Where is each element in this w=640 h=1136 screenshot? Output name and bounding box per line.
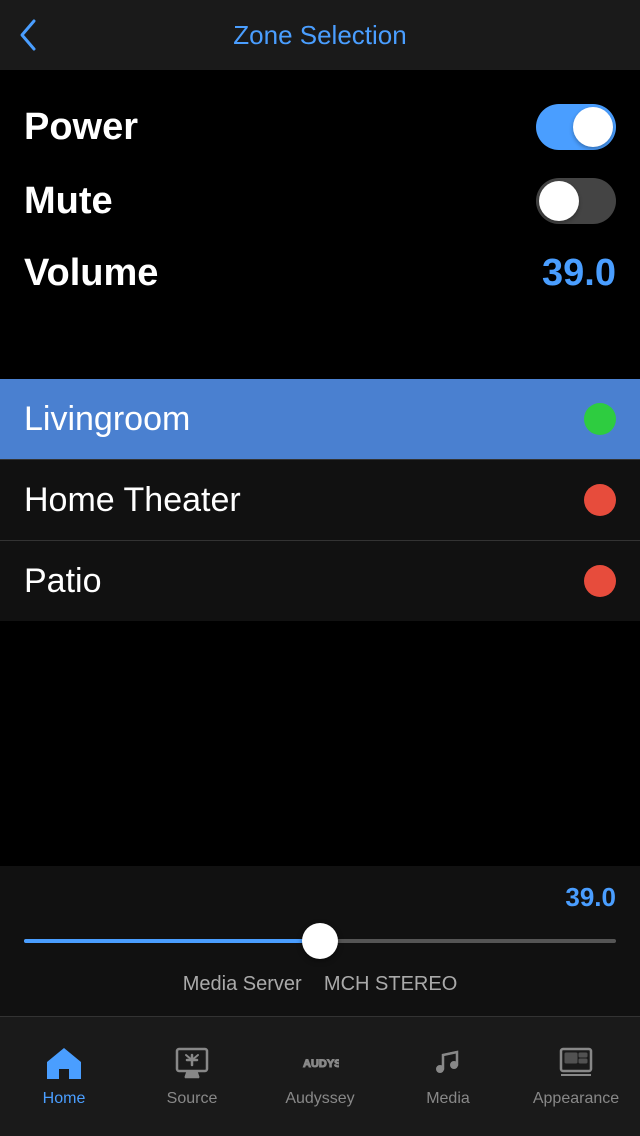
mute-toggle-knob bbox=[539, 181, 579, 221]
tab-home-label: Home bbox=[43, 1090, 86, 1108]
svg-text:AUDYSSEY: AUDYSSEY bbox=[303, 1058, 339, 1070]
tab-bar: Home Source AUDYSSEY Audyssey bbox=[0, 1016, 640, 1136]
zone-list: Livingroom Home Theater Patio bbox=[0, 379, 640, 621]
audyssey-icon: AUDYSSEY bbox=[301, 1045, 339, 1084]
volume-slider-container[interactable] bbox=[24, 921, 616, 961]
tab-audyssey[interactable]: AUDYSSEY Audyssey bbox=[256, 1017, 384, 1136]
tab-appearance-label: Appearance bbox=[533, 1090, 619, 1108]
media-icon bbox=[429, 1045, 467, 1084]
back-button[interactable] bbox=[16, 17, 40, 53]
tab-appearance[interactable]: Appearance bbox=[512, 1017, 640, 1136]
appearance-icon bbox=[557, 1045, 595, 1084]
tab-home[interactable]: Home bbox=[0, 1017, 128, 1136]
tab-source[interactable]: Source bbox=[128, 1017, 256, 1136]
source-info: Media Server MCH STEREO bbox=[24, 973, 616, 996]
zone-status-hometheater bbox=[584, 484, 616, 516]
tab-audyssey-label: Audyssey bbox=[285, 1090, 354, 1108]
volume-row: Volume 39.0 bbox=[24, 238, 616, 309]
zone-name-patio: Patio bbox=[24, 562, 102, 601]
source-label: Media Server bbox=[183, 973, 302, 995]
spacer bbox=[0, 329, 640, 369]
zone-item-patio[interactable]: Patio bbox=[0, 541, 640, 621]
source-icon bbox=[173, 1045, 211, 1084]
zone-name-hometheater: Home Theater bbox=[24, 481, 241, 520]
power-row: Power bbox=[24, 90, 616, 164]
power-toggle[interactable] bbox=[536, 104, 616, 150]
source-mode: MCH STEREO bbox=[324, 973, 457, 995]
home-icon bbox=[45, 1045, 83, 1084]
mute-label: Mute bbox=[24, 180, 113, 223]
zone-item-livingroom[interactable]: Livingroom bbox=[0, 379, 640, 459]
power-label: Power bbox=[24, 106, 138, 149]
zone-status-livingroom bbox=[584, 403, 616, 435]
controls-section: Power Mute Volume 39.0 bbox=[0, 70, 640, 329]
volume-label: Volume bbox=[24, 252, 158, 295]
zone-name-livingroom: Livingroom bbox=[24, 400, 190, 439]
tab-media-label: Media bbox=[426, 1090, 470, 1108]
zone-status-patio bbox=[584, 565, 616, 597]
mute-row: Mute bbox=[24, 164, 616, 238]
slider-thumb[interactable] bbox=[302, 923, 338, 959]
tab-source-label: Source bbox=[167, 1090, 218, 1108]
tab-media[interactable]: Media bbox=[384, 1017, 512, 1136]
slider-fill bbox=[24, 939, 314, 943]
mute-toggle[interactable] bbox=[536, 178, 616, 224]
volume-value: 39.0 bbox=[542, 252, 616, 295]
volume-bar-value: 39.0 bbox=[24, 882, 616, 913]
volume-section: 39.0 Media Server MCH STEREO bbox=[0, 866, 640, 1016]
header: Zone Selection bbox=[0, 0, 640, 70]
zone-item-hometheater[interactable]: Home Theater bbox=[0, 460, 640, 540]
power-toggle-knob bbox=[573, 107, 613, 147]
page-title: Zone Selection bbox=[233, 20, 406, 51]
